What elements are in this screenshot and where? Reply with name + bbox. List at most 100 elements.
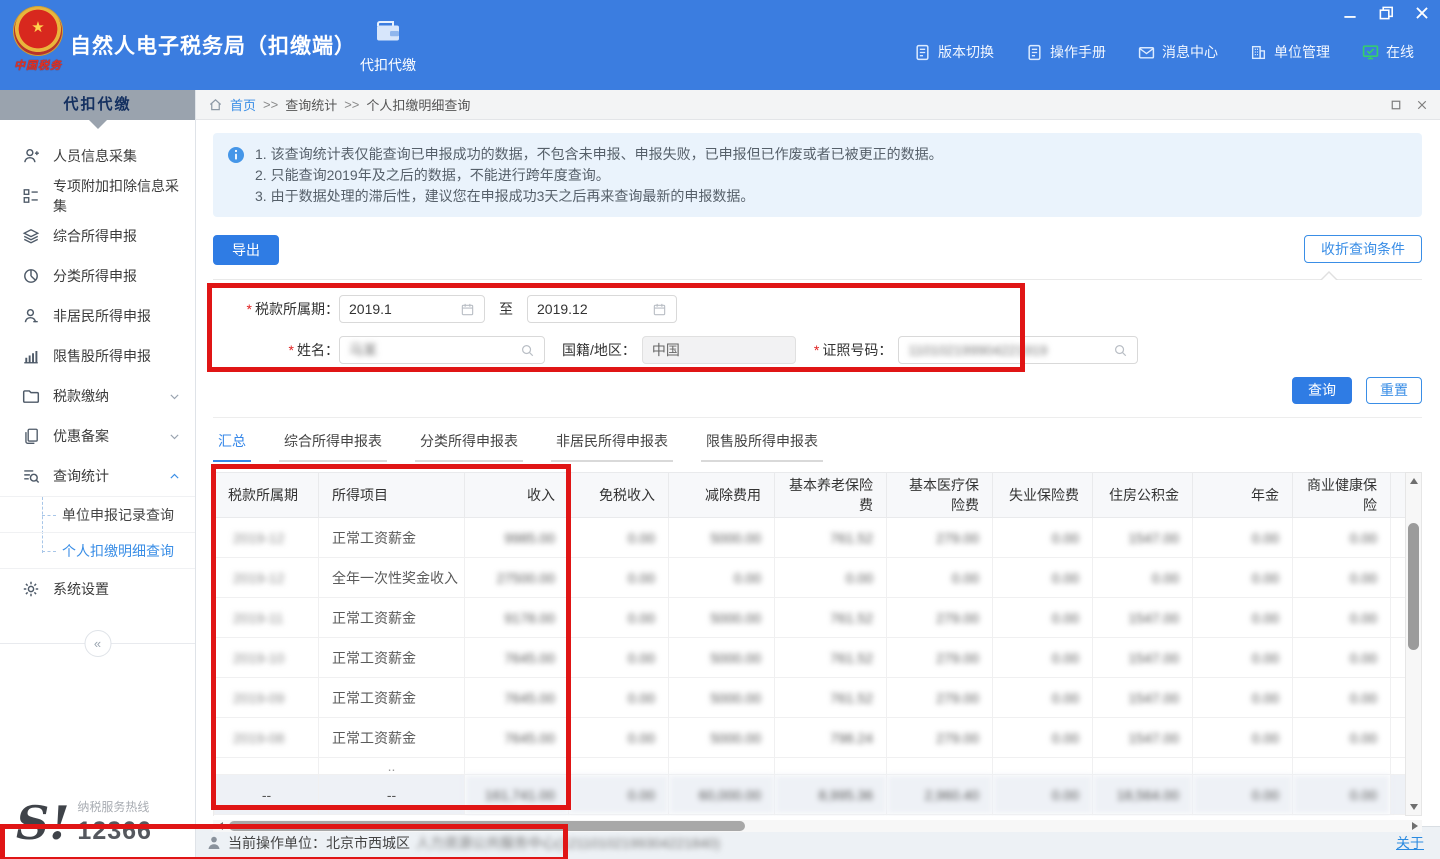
topnav-manual[interactable]: 操作手册 [1026,42,1106,62]
sidebar-item-preference-filing[interactable]: 优惠备案 [0,416,195,456]
table-cell: 761.52 [775,598,887,638]
table-cell [1391,598,1406,638]
breadcrumb-home[interactable]: 首页 [230,95,256,114]
table-header: 税款所属期所得项目收入免税收入减除费用基本养老保险费基本医疗保险费失业保险费住房… [215,473,1406,518]
table-cell: 正常工资薪金 [319,718,465,758]
copy-icon [22,427,40,445]
tab-classified-return[interactable]: 分类所得申报表 [415,431,523,462]
export-button[interactable]: 导出 [213,235,279,265]
tab-restricted-stock-return[interactable]: 限售股所得申报表 [701,431,823,462]
calendar-icon [652,302,667,317]
table-row-data: 2019-10正常工资薪金7645.000.005000.00761.52279… [215,638,1406,678]
query-button[interactable]: 查询 [1292,377,1352,404]
sidebar-item-personnel-info[interactable]: 人员信息采集 [0,136,195,176]
table-cell: 2019-12 [215,518,319,558]
id-number-input[interactable]: 110102199904221919 [898,336,1138,364]
search-icon[interactable] [1113,343,1128,358]
column-header: 年金 [1193,473,1293,518]
close-panel-icon[interactable] [1416,99,1428,111]
vertical-scrollbar[interactable] [1405,472,1422,816]
close-icon[interactable] [1412,4,1432,22]
sidebar-submenu: 单位申报记录查询个人扣缴明细查询 [0,496,195,569]
topnav-label: 操作手册 [1050,42,1106,62]
sidebar-item-nonresident-income[interactable]: 非居民所得申报 [0,296,195,336]
topnav-unit-management[interactable]: 单位管理 [1250,42,1330,62]
column-header: 基本养老保险费 [775,473,887,518]
restore-icon[interactable] [1376,4,1396,22]
name-input[interactable]: 马某 [339,336,545,364]
national-emblem-icon [13,6,63,56]
scroll-right-icon[interactable] [1408,820,1422,832]
chevron-up-icon [168,470,181,483]
sidebar-item-classified-income[interactable]: 分类所得申报 [0,256,195,296]
table-cell: 798.24 [775,718,887,758]
sidebar-collapse-button[interactable]: « [84,630,111,657]
topnav-label: 消息中心 [1162,42,1218,62]
horizontal-scroll-thumb[interactable] [229,821,745,831]
name-value: 马某 [349,340,377,360]
tab-nonresident-return[interactable]: 非居民所得申报表 [551,431,673,462]
search-icon[interactable] [520,343,535,358]
table-cell: 0.00 [1193,775,1293,815]
hotline-logo-icon: S! [16,803,69,843]
table-cell [1391,718,1406,758]
sidebar-item-label: 专项附加扣除信息采集 [53,176,181,216]
sidebar-item-restricted-stock[interactable]: 限售股所得申报 [0,336,195,376]
horizontal-scrollbar[interactable] [213,820,1422,832]
sidebar-item-query-statistics[interactable]: 查询统计 [0,456,195,496]
scroll-up-icon[interactable] [1406,473,1421,489]
about-link[interactable]: 关于 [1396,833,1424,853]
tab-summary[interactable]: 汇总 [213,431,251,462]
operator-prefix: 北京市西城区 [326,833,410,853]
collapse-filters-button[interactable]: 收折查询条件 [1304,235,1422,263]
result-table-wrap: 税款所属期所得项目收入免税收入减除费用基本养老保险费基本医疗保险费失业保险费住房… [213,472,1422,816]
online-status-icon [1362,44,1379,61]
table-cell [215,758,319,775]
table-cell: 0.00 [569,678,669,718]
column-header: 减除费用 [669,473,775,518]
sidebar-item-special-deduction[interactable]: 专项附加扣除信息采集 [0,176,195,216]
query-filters: *税款所属期： 2019.1 至 2019.12 *姓名： [213,280,1422,364]
topnav-label: 版本切换 [938,42,994,62]
period-from-input[interactable]: 2019.1 [339,295,485,323]
topnav-message-center[interactable]: 消息中心 [1138,42,1218,62]
topnav-version-switch[interactable]: 版本切换 [914,42,994,62]
table-cell: 279.00 [887,678,993,718]
table-cell: 7645.00 [465,678,569,718]
table-cell: 279.00 [887,638,993,678]
maximize-icon[interactable] [1390,99,1402,111]
sidebar-item-label: 非居民所得申报 [53,306,151,326]
sidebar-item-comprehensive-income[interactable]: 综合所得申报 [0,216,195,256]
tab-comprehensive-return[interactable]: 综合所得申报表 [279,431,387,462]
table-cell: 0.00 [993,518,1093,558]
minimize-icon[interactable] [1340,4,1360,22]
topnav-online-status[interactable]: 在线 [1362,42,1414,62]
sidebar-item-personal-withholding-query[interactable]: 个人扣缴明细查询 [0,533,195,569]
sidebar-item-label: 人员信息采集 [53,146,137,166]
vertical-scroll-thumb[interactable] [1408,523,1419,650]
table-cell: 正常工资薪金 [319,638,465,678]
info-icon [227,146,245,164]
sidebar-item-system-settings[interactable]: 系统设置 [0,569,195,609]
sidebar-collapse-row: « [0,629,195,659]
reset-button[interactable]: 重置 [1366,377,1422,404]
table-cell: 0.00 [1193,518,1293,558]
scroll-down-icon[interactable] [1406,799,1421,815]
module-tab-withholding[interactable]: 代扣代缴 [352,16,424,75]
sidebar-item-tax-payment[interactable]: 税款缴纳 [0,376,195,416]
sidebar-item-unit-report-query[interactable]: 单位申报记录查询 [0,497,195,533]
table-row-partial: .. [215,758,1406,775]
table-cell: 0.00 [775,558,887,598]
table-cell: 8,995.36 [775,775,887,815]
content: 1. 该查询统计表仅能查询已申报成功的数据，不包含未申报、申报失败，已申报但已作… [196,120,1440,826]
table-row-data: 2019-12全年一次性奖金收入27500.000.000.000.000.00… [215,558,1406,598]
period-to-input[interactable]: 2019.12 [527,295,677,323]
app-title: 自然人电子税务局（扣缴端） [70,30,356,60]
scroll-left-icon[interactable] [213,820,227,832]
panel-controls [1390,99,1428,111]
column-header: 税延养老保险 [1391,473,1406,518]
sidebar: 代扣代缴 人员信息采集专项附加扣除信息采集综合所得申报分类所得申报非居民所得申报… [0,90,196,859]
column-header: 收入 [465,473,569,518]
table-cell: 0.00 [993,558,1093,598]
table-cell: 0.00 [669,558,775,598]
